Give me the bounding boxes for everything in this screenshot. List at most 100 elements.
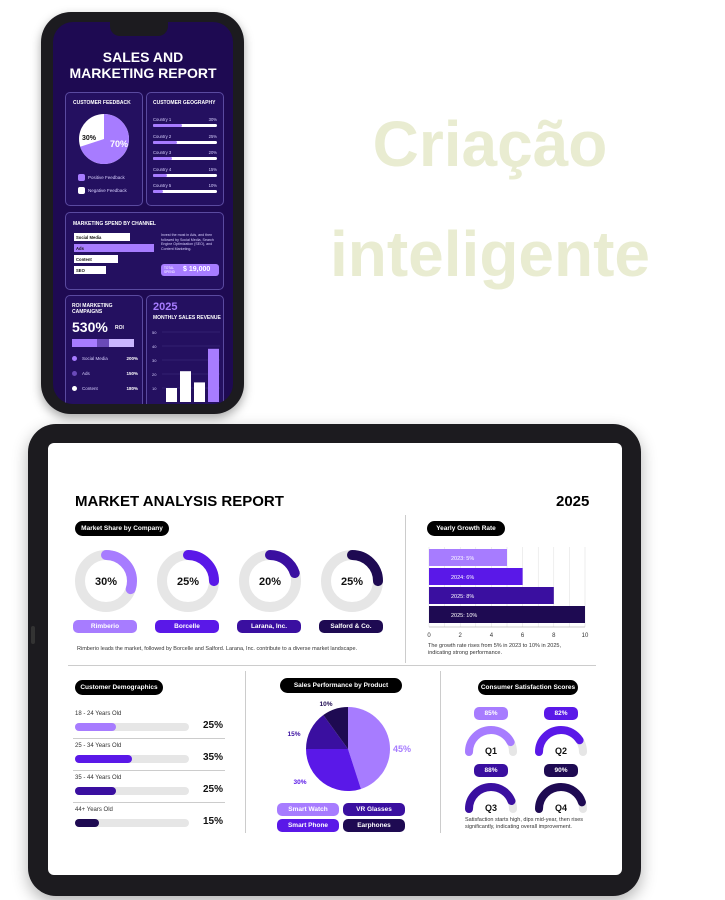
- satisfaction-pill: Consumer Satisfaction Scores: [478, 680, 578, 695]
- sales-slice-pct: 30%: [293, 779, 306, 786]
- phone-notch: [110, 22, 168, 36]
- growth-pill: Yearly Growth Rate: [427, 521, 505, 536]
- roi-row-value: 200%: [126, 356, 138, 361]
- roi-dot: [72, 356, 77, 361]
- roi-row-value: 180%: [126, 386, 138, 391]
- roi-dot: [72, 371, 77, 376]
- roi-row-label: Ads: [82, 371, 90, 376]
- market-share-company: Rimberio: [73, 620, 137, 633]
- growth-caption: The growth rate rises from 5% in 2023 to…: [428, 643, 561, 656]
- satisfaction-grid: 85% Q1 82% Q2 88% Q3 90% Q4: [460, 705, 600, 815]
- satisfaction-pct: 85%: [474, 707, 508, 720]
- geography-bar-fill: [153, 190, 163, 193]
- tablet-title: MARKET ANALYSIS REPORT: [75, 493, 284, 510]
- spend-bar-label: Ads: [76, 246, 84, 251]
- divider-vertical-top: [405, 515, 406, 663]
- demographics-row-pct: 25%: [203, 784, 224, 795]
- market-share-donut: 25%: [321, 550, 383, 612]
- revenue-chart: 50 40 30 20 10: [152, 330, 220, 402]
- spend-bar: [74, 244, 154, 252]
- geography-row-value: 25%: [208, 133, 217, 139]
- growth-bar-label: 2023: 5%: [451, 556, 474, 562]
- demographics-row-pct: 25%: [203, 720, 224, 731]
- geography-bar-fill: [153, 140, 177, 144]
- market-share-donuts: 30% Rimberio 25% Borcelle 20% Larana, Inc. 25%…: [73, 548, 393, 638]
- sales-pill: Sales Performance by Product: [280, 678, 402, 693]
- phone-title-line-1: SALES AND: [102, 49, 184, 65]
- divider-vertical-right: [440, 671, 441, 833]
- growth-bar: [429, 568, 523, 585]
- geography-bar-fill: [153, 124, 182, 127]
- roi-bar: [72, 339, 134, 347]
- market-share-pct: 20%: [259, 576, 281, 588]
- feedback-positive-pct: 70%: [110, 139, 129, 149]
- satisfaction-quarter: Q1: [485, 746, 497, 756]
- market-share-company: Larana, Inc.: [237, 620, 301, 633]
- demographics-row-pct: 15%: [203, 816, 224, 827]
- sales-slice-pct: 10%: [319, 701, 332, 708]
- demographics-bar-fill: [75, 819, 100, 827]
- growth-bar-label: 2025: 8%: [451, 594, 474, 600]
- growth-tick: 10: [582, 633, 589, 639]
- sales-pie: 45% 30% 15% 10%: [287, 701, 411, 791]
- spend-card: MARKETING SPEND BY CHANNEL Social Media A…: [65, 212, 224, 290]
- satisfaction-pct: 90%: [544, 764, 578, 777]
- growth-tick: 6: [521, 633, 525, 639]
- growth-tick: 4: [490, 633, 494, 639]
- growth-tick: 2: [459, 633, 463, 639]
- spend-total-box: TOTAL SPEND $ 19,000: [161, 264, 219, 276]
- satisfaction-pct: 88%: [474, 764, 508, 777]
- geography-row-label: Country 4: [153, 166, 172, 172]
- feedback-negative-pct: 30%: [82, 135, 97, 142]
- geography-card: CUSTOMER GEOGRAPHY Country 1 30% Country 2…: [146, 92, 224, 206]
- demographics-bar-fill: [75, 723, 116, 731]
- satisfaction-pct: 82%: [544, 707, 578, 720]
- revenue-bar: [166, 388, 177, 402]
- revenue-tick: 50: [152, 330, 157, 335]
- growth-chart: 2023: 5% 2024: 6% 2025: 8% 2025: 10% 0 2 4 6 8 10: [427, 547, 589, 639]
- geography-row-value: 20%: [208, 150, 217, 155]
- satisfaction-gauge: Q3: [465, 783, 517, 813]
- tablet-screen: MARKET ANALYSIS REPORT 2025 Market Share…: [48, 443, 622, 875]
- spend-total-label: TOTAL SPEND: [164, 266, 175, 274]
- sales-legend-item: Smart Watch: [277, 803, 339, 816]
- demographics-divider: [73, 738, 225, 739]
- headline-line-2: inteligente: [329, 218, 651, 290]
- geography-bar-fill: [153, 157, 173, 160]
- market-share-company: Salford & Co.: [319, 620, 383, 633]
- geography-row-value: 10%: [208, 183, 217, 188]
- roi-title: ROI MARKETING CAMPAIGNS: [72, 303, 113, 315]
- market-share-donut: 20%: [239, 550, 301, 612]
- growth-tick: 8: [552, 633, 556, 639]
- demographics-row-label: 44+ Years Old: [75, 807, 113, 813]
- phone-title-line-2: MARKETING REPORT: [69, 65, 217, 81]
- geography-row-label: Country 5: [153, 183, 172, 188]
- demographics-bar-fill: [75, 755, 132, 763]
- revenue-tick: 10: [152, 386, 157, 391]
- revenue-bar: [208, 348, 219, 402]
- satisfaction-gauge: Q1: [465, 726, 517, 756]
- market-share-caption: Rimberio leads the market, followed by B…: [77, 646, 358, 652]
- revenue-year: 2025: [153, 301, 178, 313]
- roi-row-value: 150%: [126, 371, 138, 376]
- revenue-tick: 30: [152, 358, 157, 363]
- spend-bar-label: Social Media: [76, 235, 102, 240]
- growth-bar-label: 2025: 10%: [451, 613, 477, 619]
- satisfaction-gauge: Q4: [535, 783, 587, 813]
- revenue-bar: [180, 371, 191, 402]
- satisfaction-caption: Satisfaction starts high, dips mid-year,…: [465, 817, 583, 830]
- satisfaction-quarter: Q2: [555, 746, 567, 756]
- revenue-bar: [194, 382, 205, 402]
- positive-swatch: [78, 174, 85, 181]
- roi-row-label: Social Media: [82, 356, 108, 361]
- market-share-pill: Market Share by Company: [75, 521, 169, 536]
- negative-swatch: [78, 187, 85, 194]
- feedback-title: CUSTOMER FEEDBACK: [73, 100, 131, 106]
- geography-row-label: Country 3: [153, 150, 172, 155]
- feedback-card: CUSTOMER FEEDBACK 30% 70% Positive Feedb…: [65, 92, 143, 206]
- roi-dot: [72, 386, 77, 391]
- tablet-side-button: [31, 626, 35, 644]
- demographics-bar-fill: [75, 787, 116, 795]
- negative-label: Negative Feedback: [88, 188, 127, 193]
- satisfaction-quarter: Q3: [485, 803, 497, 813]
